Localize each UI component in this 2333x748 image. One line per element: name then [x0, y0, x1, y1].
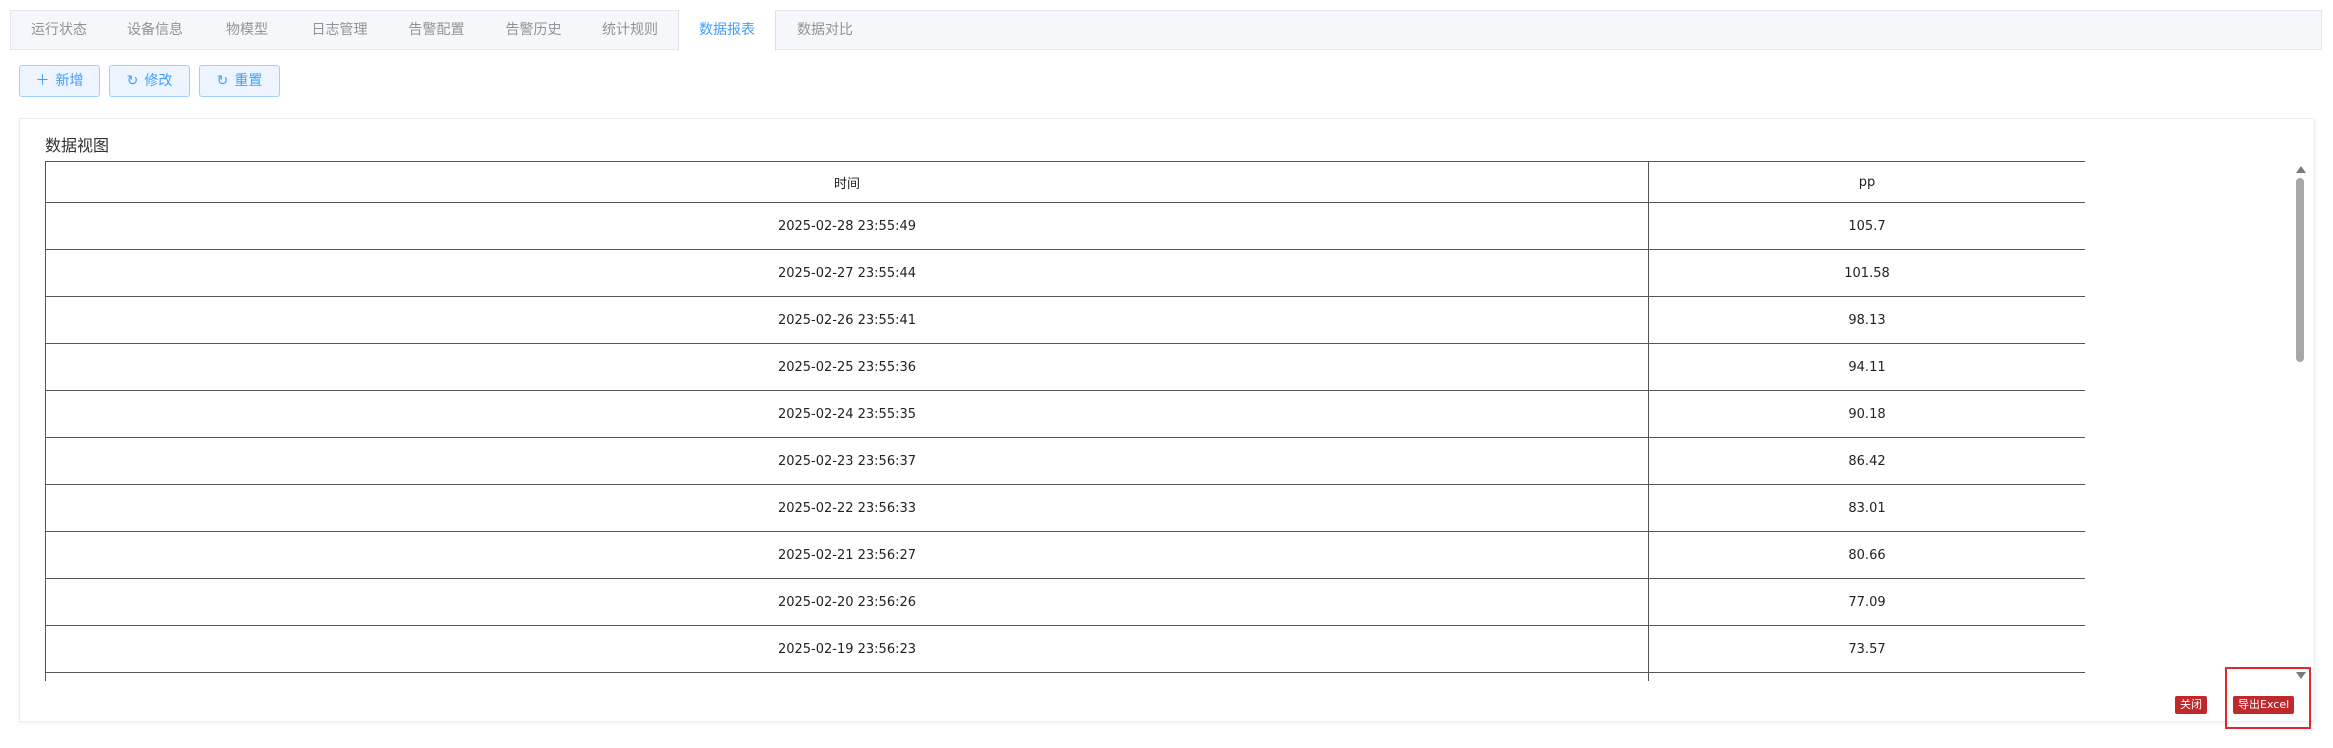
tab-running-status[interactable]: 运行状态 [11, 10, 107, 50]
highlight-box [2225, 667, 2311, 729]
cell-pp: 73.57 [1648, 625, 2085, 673]
column-header-pp: pp [1648, 161, 2085, 203]
table-row: 2025-02-23 23:56:37 86.42 [45, 437, 2085, 485]
cell-time [45, 672, 1649, 681]
close-button[interactable]: 关闭 [2175, 696, 2207, 714]
cell-time: 2025-02-20 23:56:26 [45, 578, 1649, 626]
cell-time: 2025-02-24 23:55:35 [45, 390, 1649, 438]
cell-pp: 101.58 [1648, 249, 2085, 297]
tab-alarm-history[interactable]: 告警历史 [485, 10, 582, 50]
data-table: 时间 pp 2025-02-28 23:55:49 105.7 2025-02-2… [45, 161, 2085, 681]
scroll-thumb[interactable] [2296, 178, 2304, 362]
tab-device-info[interactable]: 设备信息 [107, 10, 203, 50]
cell-pp: 98.13 [1648, 296, 2085, 344]
cell-time: 2025-02-25 23:55:36 [45, 343, 1649, 391]
vertical-scrollbar[interactable] [2293, 162, 2307, 686]
tab-data-report[interactable]: 数据报表 [678, 10, 776, 51]
edit-button-label: 修改 [144, 73, 173, 89]
cell-time: 2025-02-22 23:56:33 [45, 484, 1649, 532]
tab-log-management[interactable]: 日志管理 [291, 10, 388, 50]
table-row: 2025-02-25 23:55:36 94.11 [45, 343, 2085, 391]
cell-time: 2025-02-23 23:56:37 [45, 437, 1649, 485]
card-title: 数据视图 [45, 136, 110, 155]
tab-bar: 运行状态 设备信息 物模型 日志管理 告警配置 告警历史 统计规则 数据报表 数… [10, 10, 2322, 51]
refresh-icon: ↻ [126, 73, 139, 89]
cell-time: 2025-02-26 23:55:41 [45, 296, 1649, 344]
table-row: 2025-02-27 23:55:44 101.58 [45, 249, 2085, 297]
add-button[interactable]: ＋ 新增 [19, 65, 100, 97]
cell-pp: 105.7 [1648, 202, 2085, 250]
table-row: 2025-02-28 23:55:49 105.7 [45, 202, 2085, 250]
cell-pp: 83.01 [1648, 484, 2085, 532]
refresh-icon: ↻ [216, 73, 229, 89]
tab-statistics-rules[interactable]: 统计规则 [582, 10, 678, 50]
table-viewport[interactable]: 时间 pp 2025-02-28 23:55:49 105.7 2025-02-2… [45, 161, 2085, 681]
table-row [45, 672, 2085, 681]
cell-pp: 94.11 [1648, 343, 2085, 391]
table-header-row: 时间 pp [45, 161, 2085, 203]
table-row: 2025-02-24 23:55:35 90.18 [45, 390, 2085, 438]
reset-button[interactable]: ↻ 重置 [199, 65, 280, 97]
cell-pp: 86.42 [1648, 437, 2085, 485]
table-row: 2025-02-22 23:56:33 83.01 [45, 484, 2085, 532]
tab-thing-model[interactable]: 物模型 [203, 10, 291, 50]
cell-pp: 80.66 [1648, 531, 2085, 579]
cell-pp [1648, 672, 2085, 681]
scroll-up-arrow-icon[interactable] [2296, 166, 2306, 173]
table-row: 2025-02-21 23:56:27 80.66 [45, 531, 2085, 579]
edit-button[interactable]: ↻ 修改 [109, 65, 190, 97]
tab-data-compare[interactable]: 数据对比 [776, 10, 874, 50]
cell-pp: 90.18 [1648, 390, 2085, 438]
cell-time: 2025-02-28 23:55:49 [45, 202, 1649, 250]
table-row: 2025-02-19 23:56:23 73.57 [45, 625, 2085, 673]
add-button-label: 新增 [55, 73, 84, 89]
cell-time: 2025-02-19 23:56:23 [45, 625, 1649, 673]
table-row: 2025-02-26 23:55:41 98.13 [45, 296, 2085, 344]
cell-pp: 77.09 [1648, 578, 2085, 626]
plus-icon: ＋ [35, 73, 50, 89]
tab-alarm-config[interactable]: 告警配置 [388, 10, 485, 50]
cell-time: 2025-02-21 23:56:27 [45, 531, 1649, 579]
cell-time: 2025-02-27 23:55:44 [45, 249, 1649, 297]
column-header-time: 时间 [45, 161, 1649, 203]
table-row: 2025-02-20 23:56:26 77.09 [45, 578, 2085, 626]
reset-button-label: 重置 [234, 73, 263, 89]
